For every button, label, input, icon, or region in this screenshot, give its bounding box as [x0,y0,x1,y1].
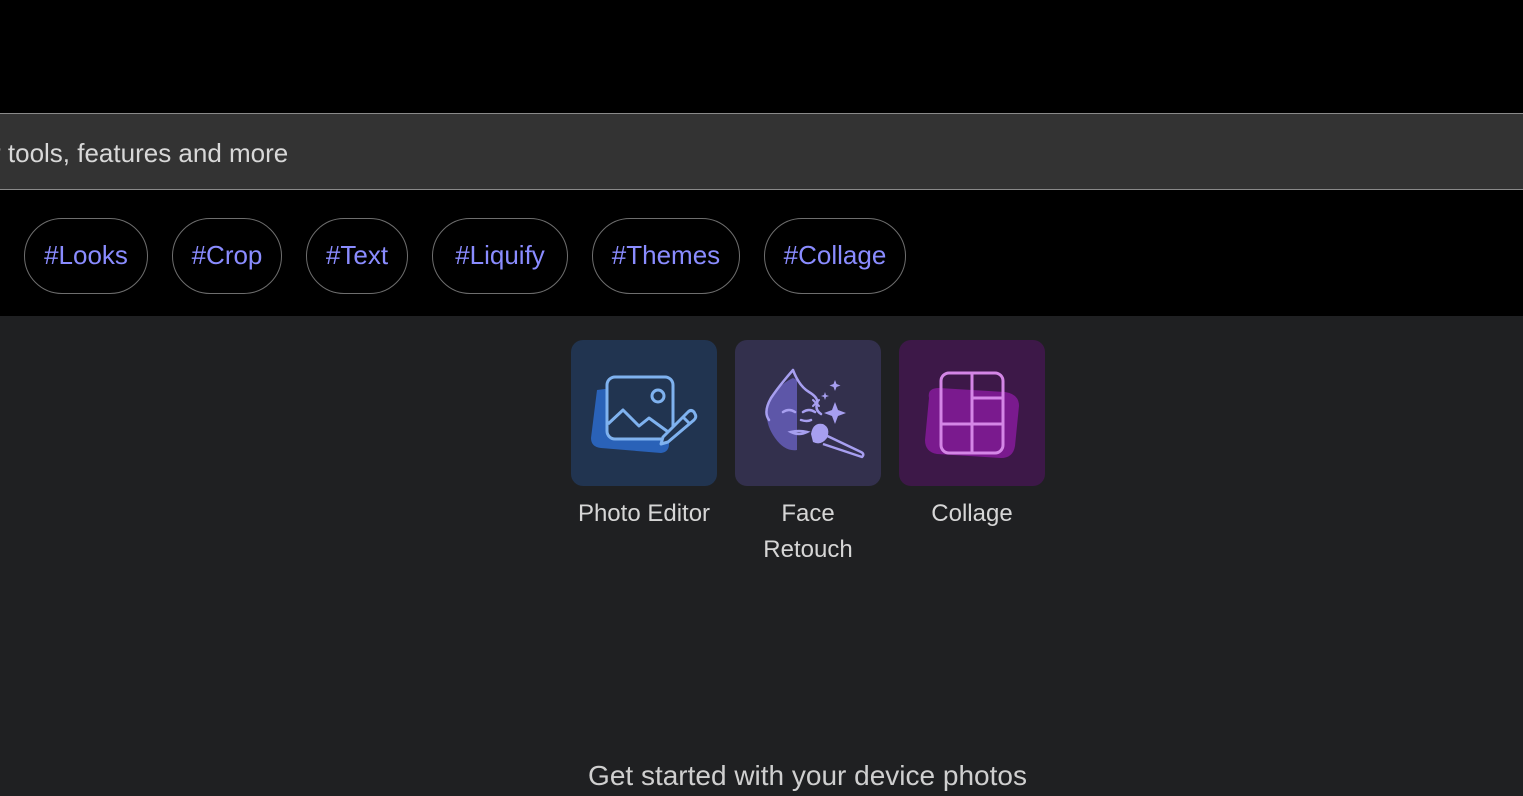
face-retouch-icon [735,340,881,486]
face-retouch-label-line2: Retouch [763,536,853,563]
chip-looks[interactable]: #Looks [24,218,148,294]
photo-editor-icon [571,340,717,486]
face-retouch-label: Face Retouch [735,496,881,568]
photo-editor-label: Photo Editor [577,500,711,527]
chip-themes[interactable]: #Themes [592,218,740,294]
hashtag-chips-row: #Looks #Crop #Text #Liquify #Themes #Col… [0,190,1523,316]
tool-face-retouch[interactable]: Face Retouch [735,340,881,568]
face-retouch-label-line1: Face [781,500,835,527]
search-bar[interactable]: r tools, features and more [0,113,1523,190]
tool-photo-editor[interactable]: Photo Editor [571,340,717,532]
chip-liquify[interactable]: #Liquify [432,218,568,294]
collage-icon [899,340,1045,486]
chip-text[interactable]: #Text [306,218,408,294]
get-started-heading: Get started with your device photos [588,760,1027,791]
tool-collage[interactable]: Collage [899,340,1045,532]
collage-label: Collage [931,500,1013,527]
chip-crop[interactable]: #Crop [172,218,282,294]
chip-collage[interactable]: #Collage [764,218,906,294]
top-bar [0,0,1523,113]
main-content: Photo Editor Face Retouch Collage Get st… [0,316,1523,791]
search-placeholder: r tools, features and more [0,138,289,168]
